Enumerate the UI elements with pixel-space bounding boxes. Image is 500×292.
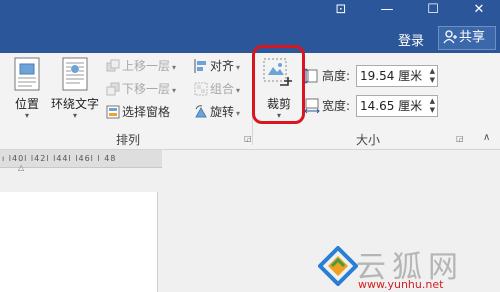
width-label: 宽度:: [322, 99, 351, 113]
group-button[interactable]: 组合 ▾: [194, 80, 240, 98]
rotate-button[interactable]: 旋转 ▾: [194, 103, 240, 121]
position-button[interactable]: 位置 ▾: [8, 57, 46, 120]
align-dropdown-icon: ▾: [236, 63, 241, 72]
wrap-text-label: 环绕文字: [50, 97, 99, 111]
horizontal-ruler: ı l40l l42l l44l l46l l 48: [0, 150, 162, 168]
width-spinner-icon[interactable]: ▲ ▼: [430, 97, 435, 115]
selection-pane-button[interactable]: 选择窗格: [106, 103, 170, 121]
width-input[interactable]: 14.65 厘米 ▲ ▼: [356, 95, 438, 117]
send-backward-icon: [106, 82, 120, 96]
title-bar: ⊡ — ☐ ✕ 登录 共享: [0, 0, 500, 53]
position-icon: [14, 57, 40, 91]
arrange-group-label: 排列: [116, 133, 141, 147]
share-label: 共享: [459, 30, 486, 45]
bring-forward-button[interactable]: 上移一层 ▾: [106, 57, 176, 75]
close-button[interactable]: ✕: [456, 0, 500, 22]
bring-forward-dropdown-icon: ▾: [172, 63, 177, 72]
height-icon: [304, 68, 318, 84]
ribbon: 位置 ▾ 环绕文字 ▾ 上移一层 ▾ 下移一层 ▾ 选择窗格 对齐 ▾ 组合 ▾ 旋转 ▾…: [0, 53, 500, 150]
height-label: 高度:: [322, 69, 351, 83]
selection-pane-icon: [106, 105, 120, 119]
minimize-button[interactable]: —: [364, 0, 410, 22]
document-page[interactable]: [0, 192, 158, 292]
arrange-dialog-launcher-icon[interactable]: ◲: [244, 135, 252, 143]
align-label: 对齐: [210, 59, 235, 73]
bring-forward-label: 上移一层: [122, 59, 171, 73]
group-icon: [194, 82, 208, 96]
group-dropdown-icon: ▾: [236, 86, 241, 95]
width-value: 14.65 厘米: [360, 99, 423, 113]
height-spinner-icon[interactable]: ▲ ▼: [430, 67, 435, 85]
size-dialog-launcher-icon[interactable]: ◲: [456, 135, 464, 143]
send-backward-label: 下移一层: [122, 82, 171, 96]
send-backward-dropdown-icon: ▾: [172, 86, 177, 95]
size-group-label: 大小: [356, 133, 381, 147]
wrap-text-button[interactable]: 环绕文字 ▾: [48, 57, 102, 120]
width-icon: [304, 98, 320, 114]
watermark: 云狐网 www.yunhu.net: [318, 242, 498, 292]
selection-pane-label: 选择窗格: [122, 105, 171, 119]
bring-forward-icon: [106, 59, 120, 72]
login-link[interactable]: 登录: [398, 30, 424, 49]
indent-marker-icon[interactable]: △: [18, 163, 24, 172]
send-backward-button[interactable]: 下移一层 ▾: [106, 80, 176, 98]
position-dropdown-icon: ▾: [24, 111, 29, 120]
share-button[interactable]: 共享: [438, 26, 496, 50]
ribbon-display-options-icon[interactable]: ⊡: [318, 0, 364, 22]
wrap-text-icon: [62, 57, 88, 91]
maximize-button[interactable]: ☐: [410, 0, 456, 22]
watermark-url: www.yunhu.net: [358, 278, 444, 291]
crop-highlight: [252, 45, 305, 124]
rotate-icon: [195, 105, 207, 118]
wrap-text-dropdown-icon: ▾: [72, 111, 77, 120]
rotate-dropdown-icon: ▾: [236, 109, 241, 118]
collapse-ribbon-icon[interactable]: ∧: [483, 132, 490, 143]
height-value: 19.54 厘米: [360, 69, 423, 83]
watermark-logo-icon: [318, 246, 358, 286]
person-icon: [443, 30, 457, 44]
rotate-label: 旋转: [210, 105, 235, 119]
group-label: 组合: [210, 82, 235, 96]
height-input[interactable]: 19.54 厘米 ▲ ▼: [356, 65, 438, 87]
align-icon: [194, 59, 206, 73]
position-label: 位置: [14, 97, 39, 111]
align-button[interactable]: 对齐 ▾: [194, 57, 240, 75]
